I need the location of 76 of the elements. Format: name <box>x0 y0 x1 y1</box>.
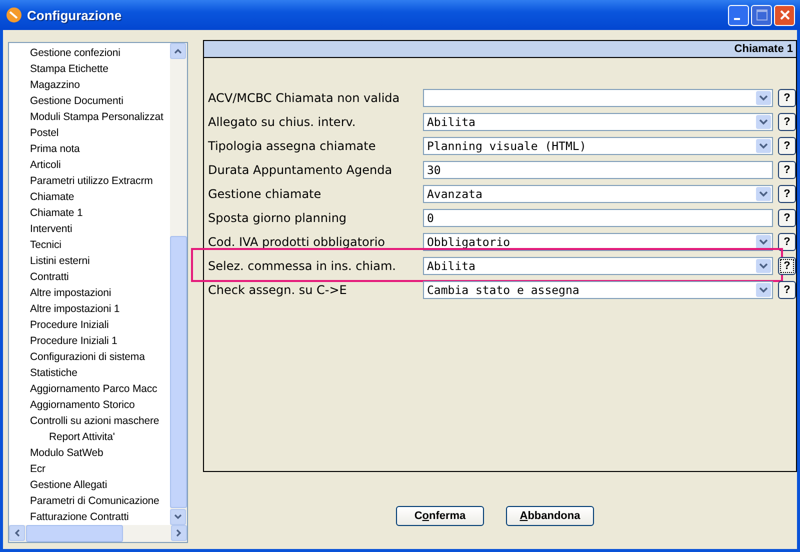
caret-icon <box>759 239 768 245</box>
caret-icon <box>759 119 768 125</box>
app-icon <box>6 7 22 23</box>
help-button[interactable]: ? <box>778 185 796 203</box>
setting-label: Check assegn. su C->E <box>208 283 348 297</box>
tree-item[interactable]: Procedure Iniziali 1 <box>30 335 118 347</box>
tree-item[interactable]: Contratti <box>30 271 69 283</box>
help-button[interactable]: ? <box>778 161 796 179</box>
caret-icon <box>759 191 768 197</box>
confirm-button[interactable]: Conferma <box>396 506 484 526</box>
dropdown-field[interactable]: Avanzata <box>423 185 773 203</box>
help-button[interactable]: ? <box>778 137 796 155</box>
caret-icon <box>759 95 768 101</box>
tree-item[interactable]: Gestione Documenti <box>30 95 124 107</box>
help-button[interactable]: ? <box>778 281 796 299</box>
setting-label: Sposta giorno planning <box>208 211 348 225</box>
tree-item[interactable]: Stampa Etichette <box>30 63 108 75</box>
tree-item[interactable]: Chiamate 1 <box>30 207 83 219</box>
setting-label: ACV/MCBC Chiamata non valida <box>208 91 401 105</box>
setting-label: Tipologia assegna chiamate <box>208 139 377 153</box>
window-title: Configurazione <box>27 8 123 22</box>
tree-item[interactable]: Altre impostazioni 1 <box>30 303 120 315</box>
minimize-button[interactable] <box>728 4 749 26</box>
tree-item[interactable]: Parametri di Comunicazione <box>30 495 160 507</box>
cancel-button[interactable]: Abbandona <box>506 506 594 526</box>
tree-item[interactable]: Listini esterni <box>30 255 90 267</box>
tree-item[interactable]: Ecr <box>30 463 46 475</box>
help-button[interactable]: ? <box>778 233 796 251</box>
dropdown-field[interactable] <box>423 89 773 107</box>
tree-item[interactable]: Fatturazione Contratti <box>30 511 129 523</box>
help-button[interactable]: ? <box>778 209 796 227</box>
tree-item[interactable]: Postel <box>30 127 59 139</box>
tree-item[interactable]: Articoli <box>30 159 61 171</box>
tree-item[interactable]: Controlli su azioni maschere <box>30 415 160 427</box>
tree-item[interactable]: Gestione confezioni <box>30 47 120 59</box>
vertical-scrollbar[interactable] <box>170 43 187 525</box>
tree-item[interactable]: Aggiornamento Storico <box>30 399 135 411</box>
close-icon <box>778 9 790 21</box>
tree-item[interactable]: Interventi <box>30 223 72 235</box>
horizontal-scrollbar[interactable] <box>9 525 187 542</box>
setting-label: Cod. IVA prodotti obbligatorio <box>208 235 386 249</box>
tree-item[interactable]: Procedure Iniziali <box>30 319 109 331</box>
dropdown-field[interactable]: Cambia stato e assegna <box>423 281 773 299</box>
setting-label: Durata Appuntamento Agenda <box>208 163 394 177</box>
tree-item[interactable]: Configurazioni di sistema <box>30 351 145 363</box>
help-button[interactable]: ? <box>778 113 796 131</box>
caret-icon <box>759 287 768 293</box>
tree-item[interactable]: Parametri utilizzo Extracrm <box>30 175 153 187</box>
panel-title: Chiamate 1 <box>734 43 793 55</box>
tree-item[interactable]: Gestione Allegati <box>30 479 108 491</box>
dropdown-field[interactable]: Abilita <box>423 113 773 131</box>
setting-label: Allegato su chius. interv. <box>208 115 357 129</box>
tree-item[interactable]: Chiamate <box>30 191 74 203</box>
maximize-button[interactable] <box>751 4 772 26</box>
setting-label: Gestione chiamate <box>208 187 322 201</box>
input-field[interactable]: 0 <box>423 209 773 227</box>
tree-item[interactable]: Tecnici <box>30 239 62 251</box>
caret-icon <box>759 143 768 149</box>
caret-icon <box>759 263 768 269</box>
setting-label: Selez. commessa in ins. chiam. <box>208 259 397 273</box>
tree-item[interactable]: Modulo SatWeb <box>30 447 104 459</box>
tree-item[interactable]: Moduli Stampa Personalizzat <box>30 111 164 123</box>
dropdown-field[interactable]: Planning visuale (HTML) <box>423 137 773 155</box>
maximize-icon <box>756 9 768 21</box>
tree-item[interactable]: Prima nota <box>30 143 80 155</box>
tree-item[interactable]: Altre impostazioni <box>30 287 112 299</box>
tree-item[interactable]: Statistiche <box>30 367 78 379</box>
tree-item[interactable]: Aggiornamento Parco Macc <box>30 383 158 395</box>
help-button[interactable]: ? <box>778 89 796 107</box>
input-field[interactable]: 30 <box>423 161 773 179</box>
dropdown-field[interactable]: Abilita <box>423 257 773 275</box>
tree-item[interactable]: Report Attivita' <box>49 431 115 443</box>
close-button[interactable] <box>774 4 795 26</box>
minimize-icon <box>734 18 740 20</box>
tree-item[interactable]: Magazzino <box>30 79 80 91</box>
help-button[interactable]: ? <box>778 257 796 275</box>
